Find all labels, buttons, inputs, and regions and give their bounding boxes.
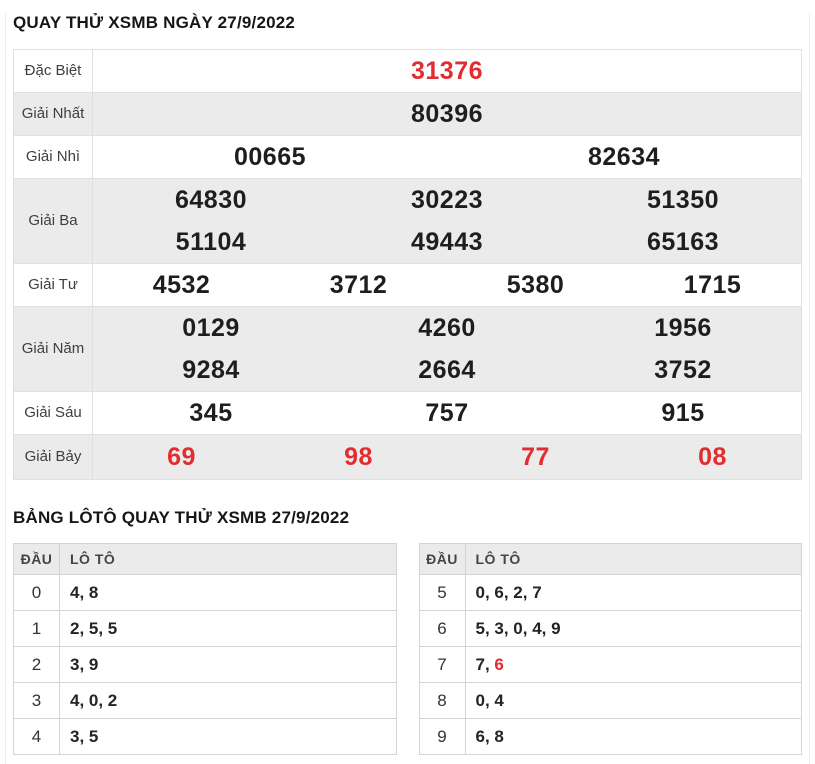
prize-values: 31376 <box>93 50 801 92</box>
prize-row-giai-sau: Giải Sáu 345 757 915 <box>14 391 801 434</box>
prize-row-giai-tu: Giải Tư 4532 3712 5380 1715 <box>14 263 801 306</box>
loto-head-digit: 7 <box>418 646 466 683</box>
prize-number: 4532 <box>152 270 211 299</box>
prize-number: 49443 <box>410 227 484 256</box>
prize-number: 4260 <box>418 313 476 342</box>
loto-head-digit: 2 <box>13 646 60 683</box>
loto-values: 2, 5, 5 <box>59 610 397 647</box>
prize-number: 64830 <box>174 185 248 214</box>
prize-label: Đặc Biệt <box>14 50 93 92</box>
prize-number: 915 <box>661 398 705 427</box>
loto-values: 7, 6 <box>464 646 802 683</box>
prize-values: 64830 30223 51350 51104 49443 65163 <box>93 179 801 263</box>
loto-table-left: ĐẦU LÔ TÔ 0 4, 8 1 2, 5, 5 2 3, 9 3 4, 0… <box>13 543 397 755</box>
prize-label: Giải Sáu <box>14 392 93 434</box>
prize-values: 69 98 77 08 <box>93 435 801 479</box>
prize-number: 0129 <box>182 313 240 342</box>
prize-number: 98 <box>344 442 373 471</box>
prize-row-giai-bay: Giải Bảy 69 98 77 08 <box>14 434 801 479</box>
loto-section-title: BẢNG LÔTÔ QUAY THỬ XSMB 27/9/2022 <box>13 508 350 527</box>
loto-head-digit: 1 <box>13 610 60 647</box>
prize-number: 5380 <box>506 270 565 299</box>
loto-values: 5, 3, 0, 4, 9 <box>464 610 802 647</box>
loto-row: 0 4, 8 <box>13 574 397 611</box>
prize-number: 757 <box>425 398 469 427</box>
prize-number: 31376 <box>410 56 484 85</box>
loto-table-right: ĐẦU LÔ TÔ 5 0, 6, 2, 7 6 5, 3, 0, 4, 9 7… <box>418 543 803 755</box>
loto-head-digit: 9 <box>418 718 466 755</box>
loto-head-digit: 4 <box>13 718 60 755</box>
loto-head-digit: 8 <box>418 682 466 719</box>
loto-header-row: ĐẦU LÔ TÔ <box>418 543 802 575</box>
prize-label: Giải Ba <box>14 179 93 263</box>
prize-number: 51104 <box>175 227 247 256</box>
loto-values: 0, 6, 2, 7 <box>464 574 802 611</box>
loto-values: 3, 5 <box>59 718 397 755</box>
prize-number: 1715 <box>683 270 742 299</box>
loto-col-header-dau: ĐẦU <box>418 543 466 575</box>
prize-number: 30223 <box>410 185 484 214</box>
prize-number: 345 <box>189 398 233 427</box>
loto-row: 7 7, 6 <box>418 646 802 683</box>
prize-row-giai-nhat: Giải Nhất 80396 <box>14 92 801 135</box>
loto-row: 6 5, 3, 0, 4, 9 <box>418 610 802 647</box>
loto-values: 6, 8 <box>464 718 802 755</box>
loto-col-header-loto: LÔ TÔ <box>59 543 397 575</box>
prize-number: 3752 <box>654 355 712 384</box>
prize-row-giai-ba: Giải Ba 64830 30223 51350 51104 49443 65… <box>14 178 801 263</box>
prize-values: 0129 4260 1956 9284 2664 3752 <box>93 307 801 391</box>
loto-row: 4 3, 5 <box>13 718 397 755</box>
prize-number: 82634 <box>587 142 661 171</box>
prize-number: 80396 <box>410 99 484 128</box>
loto-row: 5 0, 6, 2, 7 <box>418 574 802 611</box>
prize-label: Giải Nhì <box>14 136 93 178</box>
prize-number: 2664 <box>418 355 476 384</box>
loto-values: 3, 9 <box>59 646 397 683</box>
loto-row: 9 6, 8 <box>418 718 802 755</box>
loto-values: 0, 4 <box>464 682 802 719</box>
loto-row: 3 4, 0, 2 <box>13 682 397 719</box>
loto-col-header-dau: ĐẦU <box>13 543 60 575</box>
prize-number: 77 <box>521 442 550 471</box>
prize-number: 69 <box>167 442 196 471</box>
prize-row-giai-nhi: Giải Nhì 00665 82634 <box>14 135 801 178</box>
loto-head-digit: 6 <box>418 610 466 647</box>
loto-head-digit: 3 <box>13 682 60 719</box>
prize-values: 80396 <box>93 93 801 135</box>
prize-row-giai-nam: Giải Năm 0129 4260 1956 9284 2664 3752 <box>14 306 801 391</box>
loto-col-header-loto: LÔ TÔ <box>464 543 802 575</box>
prize-number: 65163 <box>646 227 720 256</box>
prize-number: 1956 <box>654 313 712 342</box>
loto-head-digit: 5 <box>418 574 466 611</box>
prize-number: 3712 <box>329 270 388 299</box>
loto-row: 1 2, 5, 5 <box>13 610 397 647</box>
loto-head-digit: 0 <box>13 574 60 611</box>
prize-number: 08 <box>698 442 727 471</box>
prize-values: 345 757 915 <box>93 392 801 434</box>
prize-row-dac-biet: Đặc Biệt 31376 <box>14 50 801 92</box>
loto-header-row: ĐẦU LÔ TÔ <box>13 543 397 575</box>
loto-values: 4, 8 <box>59 574 397 611</box>
prize-results-table: Đặc Biệt 31376 Giải Nhất 80396 Giải Nhì … <box>13 49 802 480</box>
prize-number: 9284 <box>182 355 240 384</box>
loto-tables: ĐẦU LÔ TÔ 0 4, 8 1 2, 5, 5 2 3, 9 3 4, 0… <box>13 543 802 755</box>
loto-values: 4, 0, 2 <box>59 682 397 719</box>
page-title: QUAY THỬ XSMB NGÀY 27/9/2022 <box>13 13 296 32</box>
prize-label: Giải Năm <box>14 307 93 391</box>
loto-value-plain: 7, <box>475 655 495 674</box>
prize-number: 00665 <box>233 142 307 171</box>
prize-label: Giải Nhất <box>14 93 93 135</box>
prize-values: 4532 3712 5380 1715 <box>93 264 801 306</box>
loto-row: 2 3, 9 <box>13 646 397 683</box>
prize-label: Giải Bảy <box>14 435 93 479</box>
prize-number: 51350 <box>646 185 720 214</box>
loto-row: 8 0, 4 <box>418 682 802 719</box>
page: QUAY THỬ XSMB NGÀY 27/9/2022 Đặc Biệt 31… <box>5 13 810 764</box>
prize-label: Giải Tư <box>14 264 93 306</box>
loto-value-highlight: 6 <box>494 655 504 674</box>
prize-values: 00665 82634 <box>93 136 801 178</box>
